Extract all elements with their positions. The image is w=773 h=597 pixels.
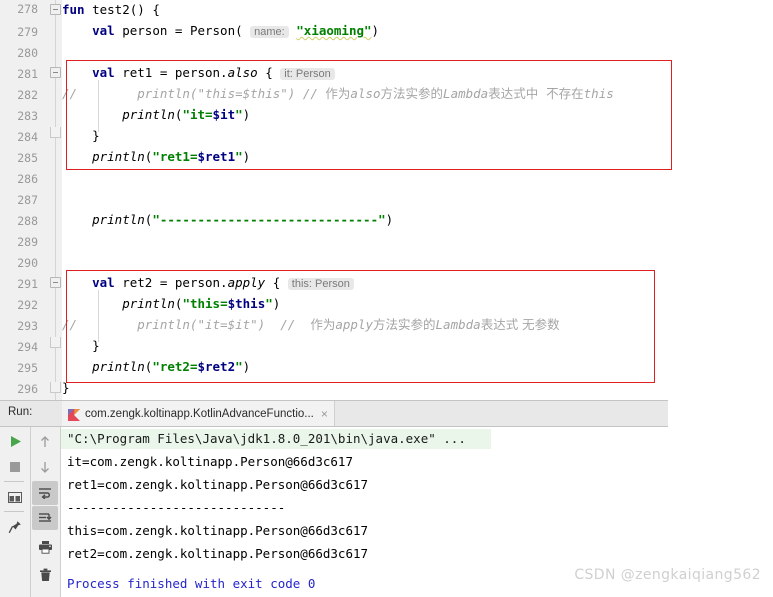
clear-all-button[interactable]	[32, 563, 58, 587]
code-line-284[interactable]: }	[62, 128, 100, 143]
line-number: 294	[17, 340, 38, 354]
line-number: 278	[17, 2, 38, 16]
printer-icon	[38, 541, 52, 554]
soft-wrap-button[interactable]	[32, 481, 58, 505]
code-line-283[interactable]: println("it=$it")	[62, 107, 250, 122]
ide-screenshot: 278 279 280 281 282 283 284 285 286 287 …	[0, 0, 773, 597]
console-finished-line: Process finished with exit code 0	[67, 576, 316, 591]
stop-icon	[10, 462, 20, 472]
kotlin-icon	[68, 408, 80, 421]
scroll-to-end-button[interactable]	[32, 506, 58, 530]
pin-tab-button[interactable]	[2, 515, 28, 539]
play-icon	[10, 435, 21, 447]
lambda-hint-this-person: this: Person	[287, 278, 354, 290]
close-icon[interactable]: ×	[321, 408, 328, 420]
code-line-285[interactable]: println("ret1=$ret1")	[62, 149, 250, 164]
line-number: 286	[17, 172, 38, 186]
line-number: 282	[17, 88, 38, 102]
arrow-down-icon	[41, 461, 49, 473]
soft-wrap-icon	[39, 488, 51, 499]
code-line-291[interactable]: val ret2 = person.apply { this: Person	[62, 275, 354, 290]
code-line-292[interactable]: println("this=$this")	[62, 296, 280, 311]
fold-end-294[interactable]	[50, 337, 61, 348]
code-line-279[interactable]: val person = Person( name: "xiaoming")	[62, 23, 379, 38]
code-line-293[interactable]: // println("it=$it") // 作为apply方法实参的Lamb…	[62, 317, 560, 332]
stop-button[interactable]	[2, 455, 28, 479]
line-number: 295	[17, 361, 38, 375]
toolbar-divider	[4, 511, 24, 512]
code-line-288[interactable]: println("-----------------------------")	[62, 212, 393, 227]
trash-icon	[39, 568, 51, 581]
watermark: CSDN @zengkaiqiang562	[574, 567, 761, 583]
line-number: 291	[17, 277, 38, 291]
rerun-button[interactable]	[2, 429, 28, 453]
fold-marker-278[interactable]	[50, 4, 61, 15]
layout-icon	[8, 491, 22, 503]
line-number: 287	[17, 193, 38, 207]
line-number: 284	[17, 130, 38, 144]
run-toolbar-left	[0, 427, 30, 597]
line-number: 290	[17, 256, 38, 270]
console-line: ret2=com.zengk.koltinapp.Person@66d3c617	[67, 546, 369, 561]
run-toolbar-right	[31, 427, 60, 597]
code-line-281[interactable]: val ret1 = person.also { it: Person	[62, 65, 335, 80]
line-number: 279	[17, 25, 38, 39]
fold-end-284[interactable]	[50, 127, 61, 138]
line-number: 293	[17, 319, 38, 333]
line-number: 285	[17, 151, 38, 165]
fold-marker-281[interactable]	[50, 67, 61, 78]
fold-end-296[interactable]	[50, 382, 61, 393]
run-tab-label: com.zengk.koltinapp.KotlinAdvanceFunctio…	[85, 407, 314, 420]
code-line-278[interactable]: fun test2() {	[62, 2, 160, 17]
line-number: 292	[17, 298, 38, 312]
console-line: -----------------------------	[67, 500, 286, 515]
line-number: 288	[17, 214, 38, 228]
code-text-area[interactable]: fun test2() { val person = Person( name:…	[62, 0, 773, 400]
fold-marker-291[interactable]	[50, 277, 61, 288]
code-line-282[interactable]: // println("this=$this") // 作为also方法实参的L…	[62, 86, 614, 101]
line-number: 296	[17, 382, 38, 396]
line-number: 289	[17, 235, 38, 249]
run-tab[interactable]: com.zengk.koltinapp.KotlinAdvanceFunctio…	[62, 401, 335, 426]
line-number: 283	[17, 109, 38, 123]
param-hint-name: name:	[250, 26, 289, 38]
arrow-up-icon	[41, 435, 49, 447]
code-line-296[interactable]: }	[62, 380, 70, 395]
console-line: it=com.zengk.koltinapp.Person@66d3c617	[67, 454, 353, 469]
layout-button[interactable]	[2, 485, 28, 509]
code-line-294[interactable]: }	[62, 338, 100, 353]
code-editor[interactable]: 278 279 280 281 282 283 284 285 286 287 …	[0, 0, 773, 400]
up-button[interactable]	[32, 429, 58, 453]
scroll-to-end-icon	[39, 512, 52, 522]
line-number: 281	[17, 67, 38, 81]
down-button[interactable]	[32, 455, 58, 479]
toolbar-divider	[4, 481, 24, 482]
run-label: Run:	[8, 406, 33, 418]
console-line: ret1=com.zengk.koltinapp.Person@66d3c617	[67, 477, 369, 492]
pin-icon	[8, 521, 21, 534]
console-command-line: "C:\Program Files\Java\jdk1.8.0_201\bin\…	[61, 429, 491, 449]
line-number: 280	[17, 46, 38, 60]
console-line: this=com.zengk.koltinapp.Person@66d3c617	[67, 523, 369, 538]
print-button[interactable]	[32, 535, 58, 559]
code-line-295[interactable]: println("ret2=$ret2")	[62, 359, 250, 374]
lambda-hint-it-person: it: Person	[280, 68, 335, 80]
